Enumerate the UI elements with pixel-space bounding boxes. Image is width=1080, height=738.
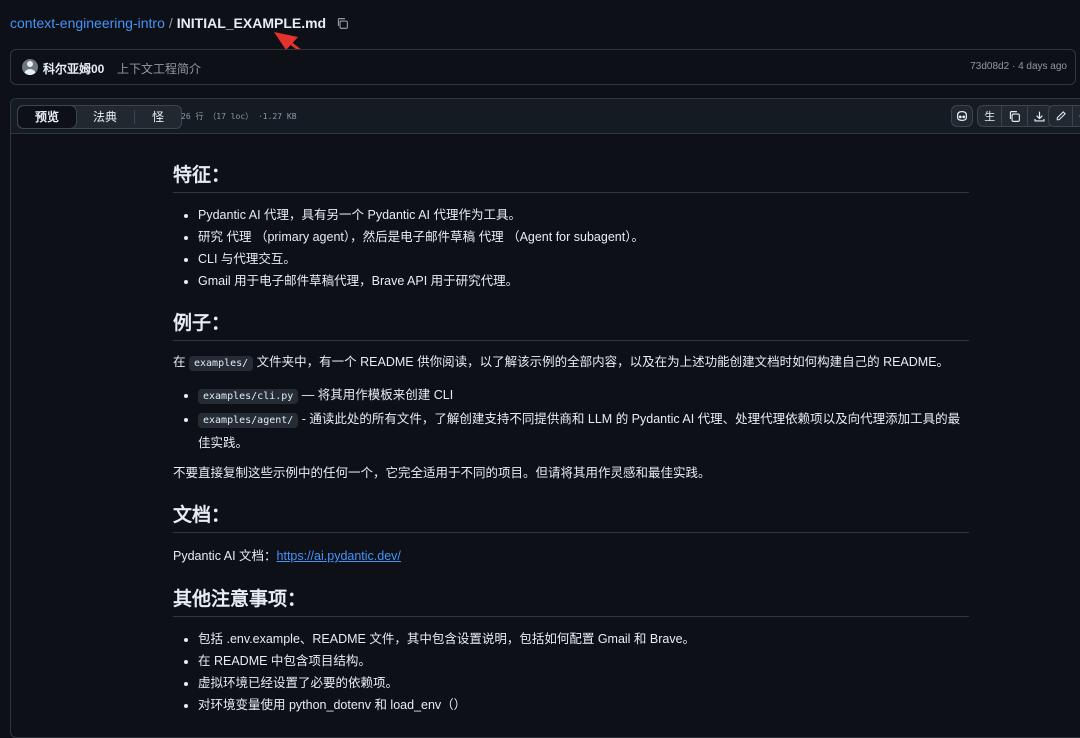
commit-message[interactable]: 上下文工程简介 xyxy=(117,60,201,77)
list-item: Gmail 用于电子邮件草稿代理，Brave API 用于研究代理。 xyxy=(198,270,969,292)
copilot-button[interactable] xyxy=(951,105,973,127)
markdown-body: 特征： Pydantic AI 代理，具有另一个 Pydantic AI 代理作… xyxy=(173,134,969,716)
latest-commit-bar: 科尔亚姆00 上下文工程简介 73d08d2 · 4 days ago xyxy=(10,49,1076,85)
tab-blame[interactable]: 怪 xyxy=(135,106,181,128)
list-item: 虚拟环境已经设置了必要的依赖项。 xyxy=(198,672,969,694)
docs-label: Pydantic AI 文档： xyxy=(173,549,277,563)
copy-icon xyxy=(1009,110,1020,122)
copy-raw-button[interactable] xyxy=(1002,106,1026,126)
tab-preview[interactable]: 预览 xyxy=(18,106,78,128)
docs-link[interactable]: https://ai.pydantic.dev/ xyxy=(277,549,401,563)
inline-code: examples/ xyxy=(189,356,254,371)
intro-prefix: 在 xyxy=(173,355,186,369)
file-actions-group: 生 xyxy=(977,105,1053,127)
file-viewer: 预览 法典 怪 26 行 （17 loc） ·1.27 KB 生 特征： • P… xyxy=(10,98,1080,738)
list-item: CLI 与代理交互。 xyxy=(198,248,969,270)
features-list: Pydantic AI 代理，具有另一个 Pydantic AI 代理作为工具。… xyxy=(173,204,969,292)
heading-features: 特征： xyxy=(173,160,969,193)
commit-meta: 73d08d2 · 4 days ago xyxy=(970,61,1067,72)
commit-age: 4 days ago xyxy=(1018,61,1067,72)
inline-code: examples/agent/ xyxy=(198,413,299,428)
download-icon xyxy=(1034,111,1045,122)
commit-sha[interactable]: 73d08d2 xyxy=(970,61,1009,72)
other-list: 包括 .env.example、README 文件，其中包含设置说明，包括如何配… xyxy=(173,628,969,716)
avatar[interactable] xyxy=(22,59,38,75)
list-item: examples/agent/ - 通读此处的所有文件，了解创建支持不同提供商和… xyxy=(198,408,969,454)
list-item: 在 README 中包含项目结构。 xyxy=(198,650,969,672)
file-header: 预览 法典 怪 26 行 （17 loc） ·1.27 KB 生 xyxy=(11,99,1080,134)
heading-docs: 文档： xyxy=(173,500,969,533)
tab-code[interactable]: 法典 xyxy=(76,106,134,128)
breadcrumb-separator: / xyxy=(168,15,173,31)
list-item-text: - 通读此处的所有文件，了解创建支持不同提供商和 LLM 的 Pydantic … xyxy=(198,412,961,450)
raw-button[interactable]: 生 xyxy=(978,106,1001,126)
edit-button[interactable] xyxy=(1048,105,1080,127)
file-info: 26 行 （17 loc） ·1.27 KB xyxy=(181,112,297,121)
heading-examples: 例子： xyxy=(173,308,969,341)
examples-intro: 在 examples/ 文件夹中，有一个 README 供你阅读，以了解该示例的… xyxy=(173,351,969,375)
docs-line: Pydantic AI 文档：https://ai.pydantic.dev/ xyxy=(173,545,969,567)
intro-suffix: 文件夹中，有一个 README 供你阅读，以了解该示例的全部内容，以及在为上述功… xyxy=(256,355,950,369)
heading-other: 其他注意事项： xyxy=(173,584,969,617)
commit-dot: · xyxy=(1011,61,1016,72)
commit-author[interactable]: 科尔亚姆00 xyxy=(43,60,104,77)
list-item: 对环境变量使用 python_dotenv 和 load_env（） xyxy=(198,694,969,716)
edit-icon xyxy=(1056,111,1066,121)
list-item: examples/cli.py — 将其用作模板来创建 CLI xyxy=(198,384,969,408)
examples-note: 不要直接复制这些示例中的任何一个，它完全适用于不同的项目。但请将其用作灵感和最佳… xyxy=(173,466,711,480)
list-item: Pydantic AI 代理，具有另一个 Pydantic AI 代理作为工具。 xyxy=(198,204,969,226)
examples-list: examples/cli.py — 将其用作模板来创建 CLI examples… xyxy=(173,384,969,454)
list-item: 研究 代理 （primary agent），然后是电子邮件草稿 代理 （Agen… xyxy=(198,226,969,248)
list-item: 包括 .env.example、README 文件，其中包含设置说明，包括如何配… xyxy=(198,628,969,650)
view-toggle: 预览 法典 怪 xyxy=(17,105,183,129)
inline-code: examples/cli.py xyxy=(198,389,299,404)
raw-label: 生 xyxy=(984,111,996,123)
copilot-icon xyxy=(957,111,967,121)
repo-link[interactable]: context-engineering-intro xyxy=(10,15,165,31)
list-item-text: — 将其用作模板来创建 CLI xyxy=(301,388,454,402)
